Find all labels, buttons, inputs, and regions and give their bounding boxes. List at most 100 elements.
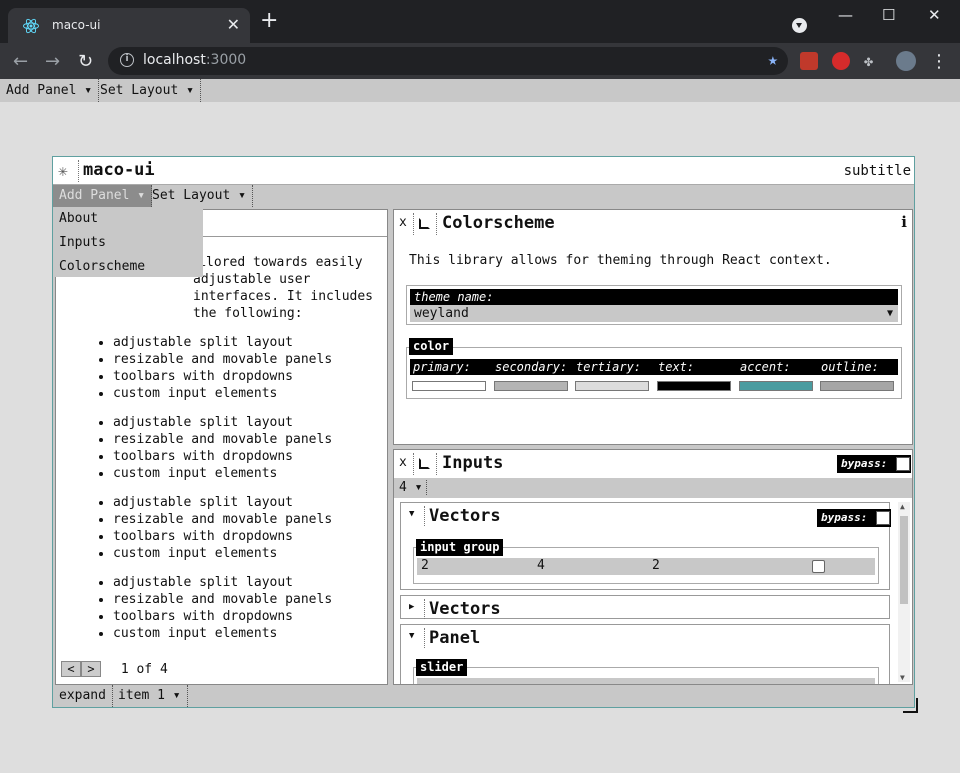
add-panel-menu[interactable]: Add Panel ▾ bbox=[0, 79, 100, 102]
next-page-button[interactable]: > bbox=[81, 661, 101, 677]
window-statusbar: expand item 1 ▾ bbox=[53, 685, 914, 707]
prev-page-button[interactable]: < bbox=[61, 661, 81, 677]
window-add-panel-menu[interactable]: Add Panel ▾ bbox=[53, 185, 153, 207]
vector-input-x[interactable]: 2 bbox=[421, 558, 429, 573]
item-select[interactable]: item 1 ▾ bbox=[112, 685, 188, 707]
collapse-panel-icon[interactable] bbox=[419, 218, 430, 229]
about-content: onent library tailored towards easily ad… bbox=[73, 254, 373, 642]
bypass-toggle[interactable]: bypass: bbox=[837, 455, 911, 473]
swatch-label: text: bbox=[658, 360, 695, 374]
reload-button[interactable]: ↻ bbox=[78, 51, 93, 72]
slider-input[interactable] bbox=[417, 678, 875, 684]
color-swatch-accent[interactable] bbox=[739, 381, 813, 391]
window-header[interactable]: ✳ maco-ui subtitle bbox=[53, 157, 914, 185]
list-item: custom input elements bbox=[113, 465, 373, 482]
browser-tab-strip: maco-ui ✕ + — ☐ ✕ bbox=[0, 0, 960, 43]
minimize-button[interactable]: — bbox=[838, 6, 853, 24]
avatar[interactable] bbox=[896, 51, 916, 71]
theme-select[interactable]: weyland ▼ bbox=[410, 305, 898, 322]
color-swatch-outline[interactable] bbox=[820, 381, 894, 391]
colorscheme-description: This library allows for theming through … bbox=[409, 253, 832, 268]
feature-list: adjustable split layout resizable and mo… bbox=[113, 494, 373, 562]
asterisk-icon: ✳ bbox=[58, 161, 68, 180]
swatch-label: outline: bbox=[821, 360, 879, 374]
back-button[interactable]: ← bbox=[13, 51, 28, 72]
vector-input-z[interactable]: 2 bbox=[652, 558, 660, 573]
inputs-header[interactable]: x Inputs bypass: bbox=[394, 450, 912, 478]
new-tab-button[interactable]: + bbox=[260, 10, 278, 32]
forward-button[interactable]: → bbox=[45, 51, 60, 72]
vector-checkbox[interactable] bbox=[812, 560, 825, 573]
puzzle-icon[interactable]: ✤ bbox=[864, 52, 882, 70]
color-swatch-text[interactable] bbox=[657, 381, 731, 391]
dropdown-item-colorscheme[interactable]: Colorscheme bbox=[53, 255, 203, 279]
maximize-button[interactable]: ☐ bbox=[882, 6, 895, 24]
swatch-label: primary: bbox=[413, 360, 471, 374]
inputs-scrollbar[interactable]: ▲ ▼ bbox=[898, 502, 910, 682]
list-item: custom input elements bbox=[113, 385, 373, 402]
app-menubar: Add Panel ▾ Set Layout ▾ bbox=[0, 79, 960, 102]
site-info-icon[interactable]: i bbox=[120, 53, 134, 67]
set-layout-menu[interactable]: Set Layout ▾ bbox=[94, 79, 201, 102]
page-indicator: 1 of 4 bbox=[120, 661, 168, 677]
list-item: toolbars with dropdowns bbox=[113, 608, 373, 625]
dropdown-item-inputs[interactable]: Inputs bbox=[53, 231, 203, 255]
bypass-toggle[interactable]: bypass: bbox=[817, 509, 891, 527]
slider-field bbox=[413, 667, 879, 684]
list-item: resizable and movable panels bbox=[113, 511, 373, 528]
color-swatch-primary[interactable] bbox=[412, 381, 486, 391]
swatch-label: tertiary: bbox=[576, 360, 642, 374]
close-panel-button[interactable]: x bbox=[399, 215, 407, 230]
tab-search-icon[interactable] bbox=[792, 18, 807, 33]
feature-list: adjustable split layout resizable and mo… bbox=[113, 334, 373, 402]
window-menubar: Add Panel ▾ Set Layout ▾ bbox=[53, 185, 914, 207]
feature-list: adjustable split layout resizable and mo… bbox=[113, 574, 373, 642]
browser-tab[interactable]: maco-ui ✕ bbox=[8, 8, 250, 43]
extension-icon[interactable] bbox=[800, 52, 818, 70]
vector-input-y[interactable]: 4 bbox=[537, 558, 545, 573]
preset-select[interactable]: 4 ▾ bbox=[399, 480, 428, 495]
panel-title: Colorscheme bbox=[442, 213, 555, 233]
tab-close-icon[interactable]: ✕ bbox=[227, 15, 240, 34]
maco-window: ✳ maco-ui subtitle Add Panel ▾ Set Layou… bbox=[52, 156, 915, 708]
expand-button[interactable]: expand bbox=[53, 685, 113, 707]
section-title: Panel bbox=[429, 628, 481, 648]
list-item: custom input elements bbox=[113, 545, 373, 562]
inputs-toolbar: 4 ▾ bbox=[394, 478, 912, 498]
list-item: toolbars with dropdowns bbox=[113, 368, 373, 385]
color-swatch-secondary[interactable] bbox=[494, 381, 568, 391]
resize-handle[interactable] bbox=[903, 698, 918, 713]
browser-toolbar: ← → ↻ i localhost:3000 ★ ✤ ⋮ bbox=[0, 43, 960, 79]
dropdown-item-about[interactable]: About bbox=[53, 207, 203, 231]
scroll-up-icon[interactable]: ▲ bbox=[900, 502, 905, 511]
react-icon bbox=[23, 18, 39, 34]
list-item: adjustable split layout bbox=[113, 414, 373, 431]
window-set-layout-menu[interactable]: Set Layout ▾ bbox=[146, 185, 253, 207]
section-title: Vectors bbox=[429, 506, 501, 526]
list-item: resizable and movable panels bbox=[113, 431, 373, 448]
bypass-checkbox[interactable] bbox=[896, 457, 910, 471]
collapse-triangle-icon[interactable]: ▼ bbox=[409, 631, 414, 641]
swatch-label: secondary: bbox=[495, 360, 568, 374]
collapse-panel-icon[interactable] bbox=[419, 458, 430, 469]
bookmark-star-icon[interactable]: ★ bbox=[768, 50, 778, 70]
adblock-icon[interactable] bbox=[832, 52, 850, 70]
list-item: toolbars with dropdowns bbox=[113, 528, 373, 545]
info-icon[interactable]: i bbox=[901, 213, 907, 231]
close-window-button[interactable]: ✕ bbox=[928, 6, 941, 24]
address-bar[interactable]: i localhost:3000 ★ bbox=[108, 47, 788, 75]
close-panel-button[interactable]: x bbox=[399, 455, 407, 470]
tab-title: maco-ui bbox=[52, 18, 101, 32]
color-swatch-tertiary[interactable] bbox=[575, 381, 649, 391]
list-item: adjustable split layout bbox=[113, 574, 373, 591]
input-group-legend: input group bbox=[416, 539, 504, 556]
scrollbar-thumb[interactable] bbox=[900, 516, 908, 604]
collapse-triangle-icon[interactable]: ▼ bbox=[409, 509, 414, 519]
colorscheme-header[interactable]: x Colorscheme i bbox=[394, 210, 912, 238]
list-item: adjustable split layout bbox=[113, 494, 373, 511]
chrome-menu-icon[interactable]: ⋮ bbox=[930, 51, 948, 72]
list-item: resizable and movable panels bbox=[113, 591, 373, 608]
expand-triangle-icon[interactable]: ▶ bbox=[409, 602, 414, 612]
bypass-checkbox[interactable] bbox=[876, 511, 890, 525]
scroll-down-icon[interactable]: ▼ bbox=[900, 673, 905, 682]
